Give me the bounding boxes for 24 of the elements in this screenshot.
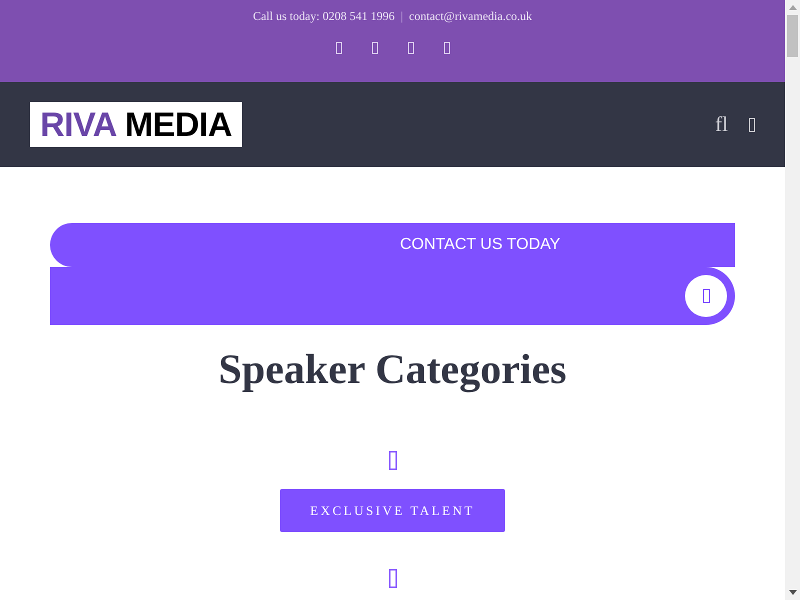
circle-button[interactable]	[685, 275, 727, 317]
missing-glyph-icon	[388, 569, 396, 588]
contact-banner[interactable]: CONTACT US TODAY	[50, 223, 735, 267]
missing-glyph-icon	[702, 289, 710, 303]
category-button[interactable]: EXCLUSIVE TALENT	[280, 489, 505, 532]
logo[interactable]: RIVA MEDIA	[30, 102, 242, 147]
email-link[interactable]: contact@rivamedia.co.uk	[409, 8, 532, 24]
missing-glyph-icon	[388, 451, 396, 470]
scrollbar-thumb[interactable]	[787, 15, 798, 57]
logo-word: RIVA	[40, 108, 117, 142]
missing-glyph-icon[interactable]	[749, 118, 755, 132]
search-button[interactable]: fl	[715, 114, 728, 135]
logo-word: MEDIA	[124, 108, 232, 142]
separator: |	[400, 8, 404, 24]
scrollbar[interactable]	[785, 0, 800, 600]
banner-label: CONTACT US TODAY	[400, 237, 560, 253]
missing-glyph-icon[interactable]	[408, 42, 414, 54]
section-heading: Speaker Categories	[218, 346, 568, 395]
scroll-down-icon[interactable]	[788, 590, 796, 595]
missing-glyph-icon[interactable]	[372, 42, 378, 54]
scroll-up-icon[interactable]	[788, 5, 796, 10]
missing-glyph-icon[interactable]	[336, 42, 342, 54]
missing-glyph-icon[interactable]	[444, 42, 450, 54]
phone-text: Call us today: 0208 541 1996	[252, 8, 395, 24]
